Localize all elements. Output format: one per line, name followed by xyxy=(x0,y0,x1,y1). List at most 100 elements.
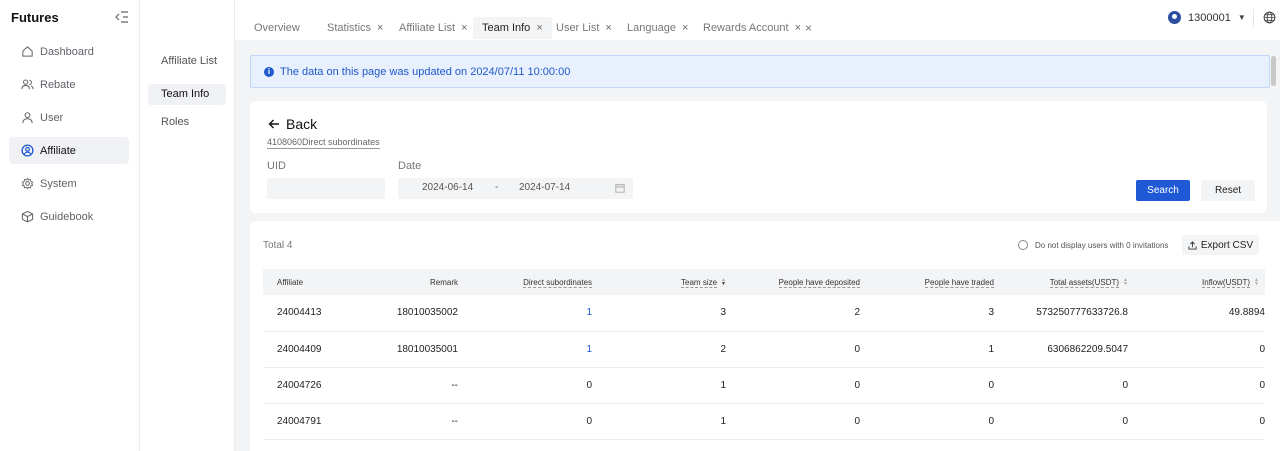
home-icon xyxy=(22,46,33,57)
collapse-sidebar-icon[interactable] xyxy=(115,11,129,23)
col-remark: Remark xyxy=(429,277,458,287)
export-icon xyxy=(1188,240,1197,250)
hide-zero-invitations-toggle[interactable]: Do not display users with 0 invitations xyxy=(1018,240,1168,250)
user-icon xyxy=(22,112,33,124)
radio-circle[interactable] xyxy=(1018,240,1028,250)
table-row: 24004791 -- 0 1 0 0 0 0 xyxy=(263,403,1265,439)
sub-nav: Affiliate List Team Info Roles xyxy=(140,0,235,451)
tab-bar: Overview Statistics × Affiliate List × Tea… xyxy=(235,0,1280,40)
cell-assets: 573250777633726.8 xyxy=(1036,307,1128,319)
cell-remark: 18010035001 xyxy=(396,343,458,355)
globe-icon[interactable] xyxy=(1263,11,1276,24)
sort-icon[interactable]: ▲ ▼ xyxy=(1254,278,1259,287)
sort-icon[interactable]: ▲ ▼ xyxy=(721,278,726,287)
cell-direct: 0 xyxy=(586,379,592,391)
cell-affiliate: 24004726 xyxy=(277,379,322,391)
cell-deposited: 0 xyxy=(854,343,860,355)
cell-direct-link[interactable]: 1 xyxy=(470,295,604,331)
tab-label: Rewards Account xyxy=(703,22,789,34)
header-divider xyxy=(1253,9,1254,27)
col-label: Direct subordinates xyxy=(523,277,592,288)
col-label: Team size xyxy=(681,277,718,288)
export-csv-button[interactable]: Export CSV xyxy=(1182,235,1259,255)
sidebar-item-guidebook[interactable]: Guidebook xyxy=(9,203,129,230)
user-menu[interactable]: 1300001 ▼ xyxy=(1168,11,1246,24)
sidebar-item-affiliate[interactable]: Affiliate xyxy=(9,137,129,164)
sidebar-item-user[interactable]: User xyxy=(9,104,129,131)
user-circle-icon xyxy=(21,144,34,157)
tab-label: User List xyxy=(556,22,600,34)
calendar-icon xyxy=(615,183,625,193)
cell-team-size: 2 xyxy=(720,343,726,355)
cell-team-size: 1 xyxy=(720,379,726,391)
back-button[interactable]: Back xyxy=(268,116,317,132)
close-all-tabs-icon[interactable]: × xyxy=(805,17,812,39)
col-inflow[interactable]: Inflow(USDT) ▲ ▼ xyxy=(1140,269,1265,295)
col-team-size[interactable]: Team size ▲ ▼ xyxy=(604,269,738,295)
tab-statistics[interactable]: Statistics × xyxy=(327,17,383,39)
cell-traded: 0 xyxy=(988,379,994,391)
subnav-item-roles[interactable]: Roles xyxy=(148,117,226,128)
table-header: Affiliate Remark Direct subordinates Tea… xyxy=(263,269,1265,295)
cell-direct-link[interactable]: 1 xyxy=(470,331,604,367)
tab-user-list[interactable]: User List × xyxy=(556,17,612,39)
main-nav: Dashboard Rebate User Affiliate System G… xyxy=(9,38,129,236)
close-icon[interactable]: × xyxy=(536,22,542,34)
sidebar-item-rebate[interactable]: Rebate xyxy=(9,71,129,98)
tab-language[interactable]: Language × xyxy=(627,17,688,39)
uid-input[interactable] xyxy=(267,178,385,199)
table-row: 24004413 18010035002 1 3 2 3 57325077763… xyxy=(263,295,1265,331)
cell-assets: 0 xyxy=(1122,379,1128,391)
cell-deposited: 0 xyxy=(854,415,860,427)
cell-remark: -- xyxy=(451,415,458,427)
subnav-item-affiliate-list[interactable]: Affiliate List xyxy=(148,56,220,67)
close-icon[interactable]: × xyxy=(795,22,801,34)
cell-deposited: 2 xyxy=(854,307,860,319)
col-direct-subordinates: Direct subordinates xyxy=(470,269,604,295)
close-icon[interactable]: × xyxy=(605,22,611,34)
tab-affiliate-list[interactable]: Affiliate List × xyxy=(399,17,468,39)
date-end[interactable]: 2024-07-14 xyxy=(519,182,570,193)
sort-icon[interactable]: ▲ ▼ xyxy=(1123,278,1128,287)
close-icon[interactable]: × xyxy=(377,22,383,34)
tab-overview[interactable]: Overview xyxy=(254,17,300,39)
cell-inflow: 0 xyxy=(1259,343,1265,355)
close-icon[interactable]: × xyxy=(461,22,467,34)
close-icon[interactable]: × xyxy=(682,22,688,34)
col-total-assets[interactable]: Total assets(USDT) ▲ ▼ xyxy=(1006,269,1140,295)
col-label: Inflow(USDT) xyxy=(1202,277,1251,288)
cell-traded: 1 xyxy=(988,343,994,355)
cell-affiliate: 24004413 xyxy=(277,307,322,319)
scrollbar[interactable] xyxy=(1271,56,1276,86)
search-button[interactable]: Search xyxy=(1136,180,1190,201)
cell-remark: -- xyxy=(451,379,458,391)
tab-rewards-account[interactable]: Rewards Account × xyxy=(703,17,801,39)
date-separator: - xyxy=(495,182,499,193)
sidebar-item-label: Affiliate xyxy=(40,144,76,157)
date-start[interactable]: 2024-06-14 xyxy=(422,182,473,193)
sidebar-item-dashboard[interactable]: Dashboard xyxy=(9,38,129,65)
cell-team-size: 1 xyxy=(720,415,726,427)
cell-inflow: 0 xyxy=(1259,379,1265,391)
sidebar-item-label: Dashboard xyxy=(40,45,94,58)
update-notice: i The data on this page was updated on 2… xyxy=(250,55,1270,88)
user-name: 1300001 xyxy=(1188,11,1231,24)
sidebar-item-system[interactable]: System xyxy=(9,170,129,197)
reset-button[interactable]: Reset xyxy=(1201,180,1255,201)
tab-label: Team Info xyxy=(482,22,531,34)
col-people-deposited: People have deposited xyxy=(738,269,872,295)
team-table: Affiliate Remark Direct subordinates Tea… xyxy=(263,269,1265,440)
cell-assets: 6306862209.5047 xyxy=(1047,343,1128,355)
tab-team-info[interactable]: Team Info × xyxy=(473,17,552,39)
info-icon: i xyxy=(264,66,274,77)
cell-traded: 3 xyxy=(988,307,994,319)
cube-icon xyxy=(21,210,34,223)
col-affiliate: Affiliate xyxy=(277,277,304,287)
breadcrumb[interactable]: 4108060Direct subordinates xyxy=(267,137,380,149)
subnav-item-team-info[interactable]: Team Info xyxy=(148,84,226,105)
avatar xyxy=(1168,11,1181,24)
app-title: Futures xyxy=(11,10,59,25)
date-range-picker[interactable]: 2024-06-14 - 2024-07-14 xyxy=(398,178,633,199)
cell-assets: 0 xyxy=(1122,415,1128,427)
cell-remark: 18010035002 xyxy=(396,307,458,319)
